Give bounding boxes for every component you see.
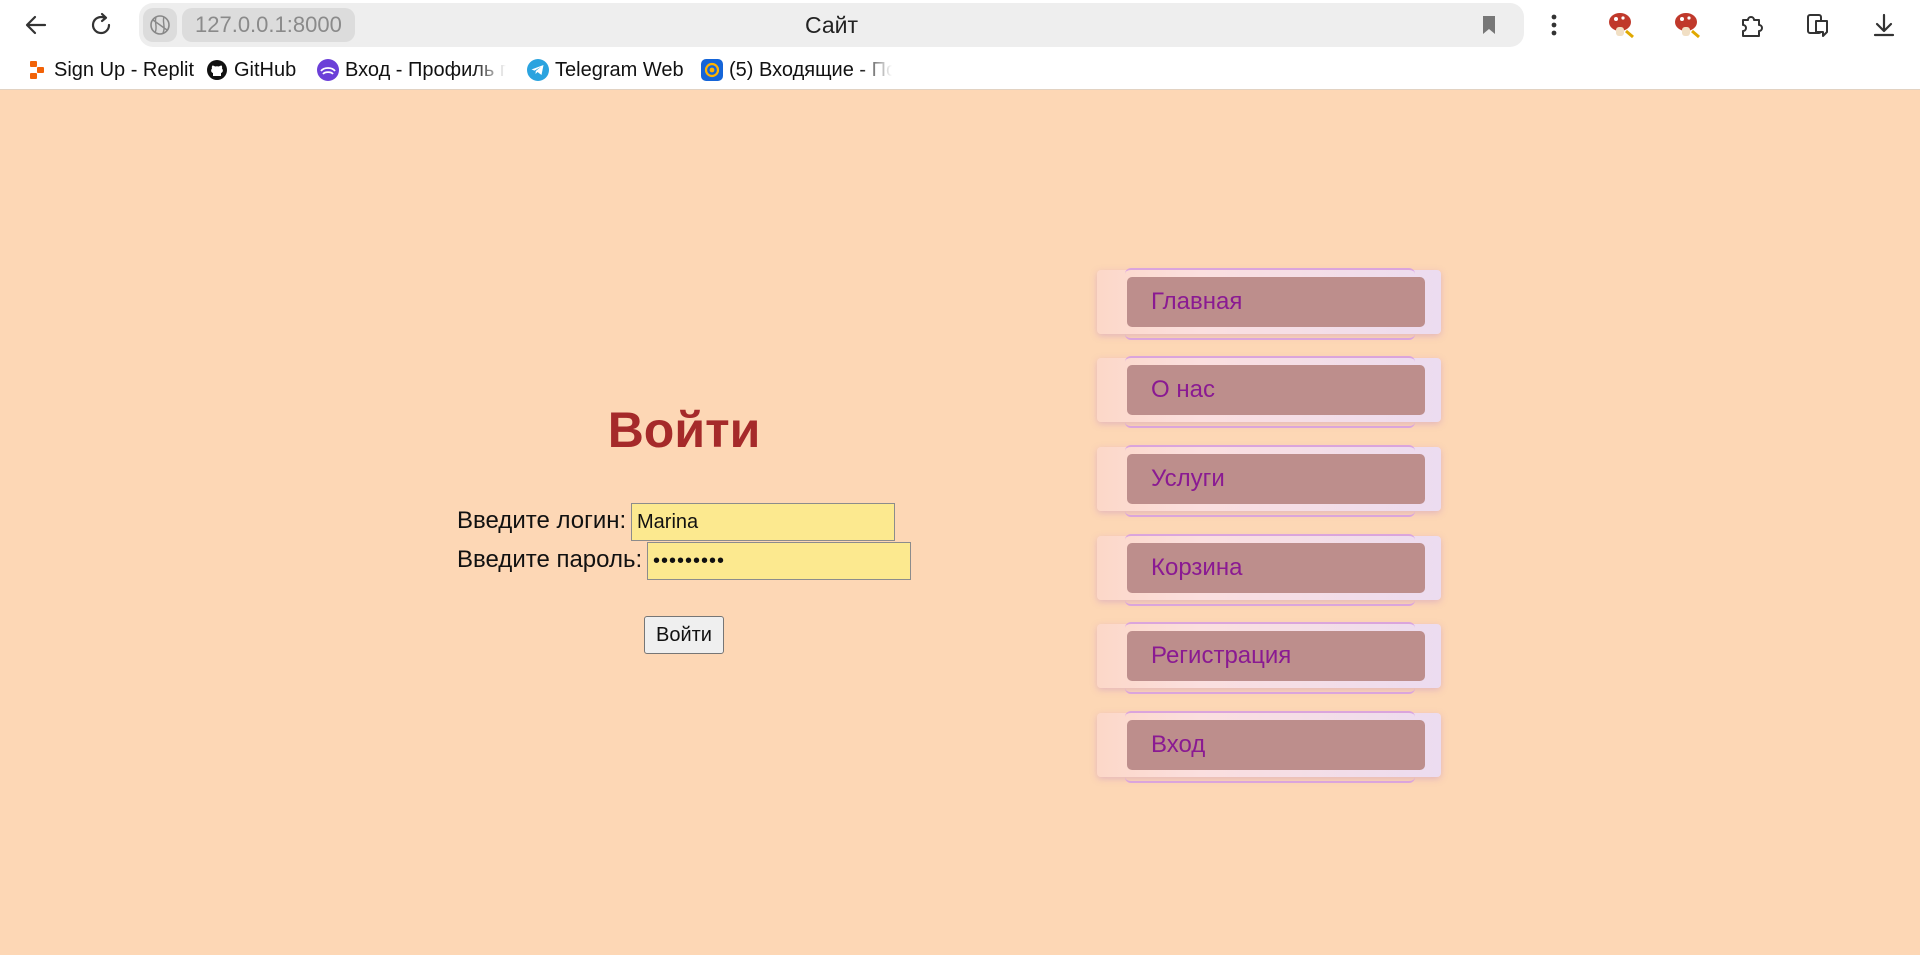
browser-toolbar: 127.0.0.1:8000 Сайт bbox=[0, 0, 1920, 50]
site-info-button[interactable] bbox=[143, 8, 177, 42]
mushroom-icon bbox=[1609, 13, 1634, 39]
login-input[interactable] bbox=[631, 503, 895, 541]
reload-icon bbox=[91, 12, 111, 35]
bookmark-replit[interactable]: Sign Up - Replit bbox=[25, 56, 195, 84]
url-text[interactable]: 127.0.0.1:8000 bbox=[182, 8, 355, 42]
nav-item-cart: Корзина bbox=[1097, 534, 1441, 606]
chat-icon bbox=[1807, 14, 1828, 37]
address-bar[interactable]: 127.0.0.1:8000 Сайт bbox=[139, 3, 1524, 47]
puzzle-icon bbox=[1742, 16, 1763, 37]
replit-icon bbox=[25, 58, 49, 82]
login-label: Введите логин: bbox=[457, 507, 627, 534]
nav-link-login[interactable]: Вход bbox=[1127, 720, 1425, 770]
bookmark-icon[interactable] bbox=[1478, 14, 1500, 36]
extension-mushroom-2-button[interactable] bbox=[1667, 6, 1705, 44]
nav-link-about[interactable]: О нас bbox=[1127, 365, 1425, 415]
nav-link-registration[interactable]: Регистрация bbox=[1127, 631, 1425, 681]
bookmarks-bar: Sign Up - Replit GitHub Вход - Профиль п… bbox=[0, 50, 1920, 90]
mail-icon bbox=[700, 58, 724, 82]
password-label: Введите пароль: bbox=[457, 546, 643, 573]
globe-icon bbox=[150, 15, 170, 35]
extensions-button[interactable] bbox=[1733, 6, 1771, 44]
chats-button[interactable] bbox=[1799, 6, 1837, 44]
downloads-button[interactable] bbox=[1865, 6, 1903, 44]
bookmark-github[interactable]: GitHub bbox=[205, 56, 305, 84]
bookmark-profile[interactable]: Вход - Профиль п bbox=[316, 56, 506, 84]
menu-button[interactable] bbox=[1533, 4, 1575, 46]
login-submit-button[interactable]: Войти bbox=[644, 616, 724, 654]
more-vertical-icon bbox=[1551, 14, 1557, 36]
back-button[interactable] bbox=[15, 4, 57, 46]
login-title: Войти bbox=[607, 402, 761, 458]
download-icon bbox=[1873, 13, 1895, 37]
bookmark-telegram[interactable]: Telegram Web bbox=[526, 56, 686, 84]
password-input[interactable] bbox=[647, 542, 911, 580]
telegram-icon bbox=[526, 58, 550, 82]
arrow-left-icon bbox=[25, 15, 47, 35]
nav-link-home[interactable]: Главная bbox=[1127, 277, 1425, 327]
profile-icon bbox=[316, 58, 340, 82]
github-icon bbox=[205, 58, 229, 82]
nav-link-services[interactable]: Услуги bbox=[1127, 454, 1425, 504]
bookmark-mail[interactable]: (5) Входящие - По bbox=[700, 56, 892, 84]
nav-item-registration: Регистрация bbox=[1097, 622, 1441, 694]
extension-mushroom-button[interactable] bbox=[1601, 6, 1639, 44]
nav-item-services: Услуги bbox=[1097, 445, 1441, 517]
nav-item-home: Главная bbox=[1097, 268, 1441, 340]
nav-link-cart[interactable]: Корзина bbox=[1127, 543, 1425, 593]
reload-button[interactable] bbox=[80, 4, 122, 46]
mushroom-icon bbox=[1675, 13, 1700, 39]
nav-item-about: О нас bbox=[1097, 356, 1441, 428]
page-content: Войти Введите логин: Введите пароль: Вой… bbox=[0, 90, 1920, 955]
nav-item-login: Вход bbox=[1097, 711, 1441, 783]
